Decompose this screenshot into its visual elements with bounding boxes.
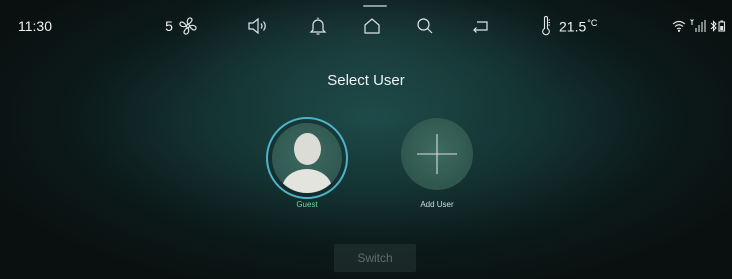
status-bar: 11:30 5 21.5°C (0, 0, 732, 52)
clock: 11:30 (18, 18, 52, 34)
user-guest-label: Guest (296, 200, 318, 209)
bluetooth-battery-icon (710, 20, 726, 32)
plus-icon (417, 134, 457, 174)
home-icon (364, 18, 380, 34)
fan-speed-value: 5 (165, 18, 173, 34)
search-button[interactable] (413, 12, 437, 40)
fan-control[interactable]: 5 (160, 12, 204, 40)
add-user-button[interactable] (401, 118, 473, 190)
home-button[interactable] (360, 12, 384, 40)
page-title: Select User (327, 72, 405, 89)
thermometer-icon (542, 16, 550, 36)
bell-icon (309, 17, 327, 35)
add-user-label: Add User (420, 200, 454, 209)
home-indicator (363, 5, 387, 7)
back-button[interactable] (468, 12, 494, 40)
switch-button[interactable]: Switch (334, 244, 416, 272)
fan-icon (179, 17, 197, 35)
temperature-value: 21.5°C (559, 17, 598, 35)
wifi-icon (672, 20, 686, 32)
volume-icon (248, 17, 266, 35)
connectivity-icons (668, 12, 726, 40)
user-select-screen: 11:30 5 21.5°C Select User Guest Add Use… (0, 0, 732, 279)
notifications-button[interactable] (306, 12, 330, 40)
user-guest[interactable] (266, 117, 348, 199)
signal-icon (690, 19, 706, 32)
volume-button[interactable] (244, 12, 272, 40)
search-icon (417, 18, 433, 34)
user-avatar-icon (272, 123, 342, 193)
avatar-body (282, 169, 332, 193)
back-icon (473, 21, 488, 33)
avatar-head (294, 133, 321, 165)
temperature-display[interactable]: 21.5°C (541, 12, 615, 40)
